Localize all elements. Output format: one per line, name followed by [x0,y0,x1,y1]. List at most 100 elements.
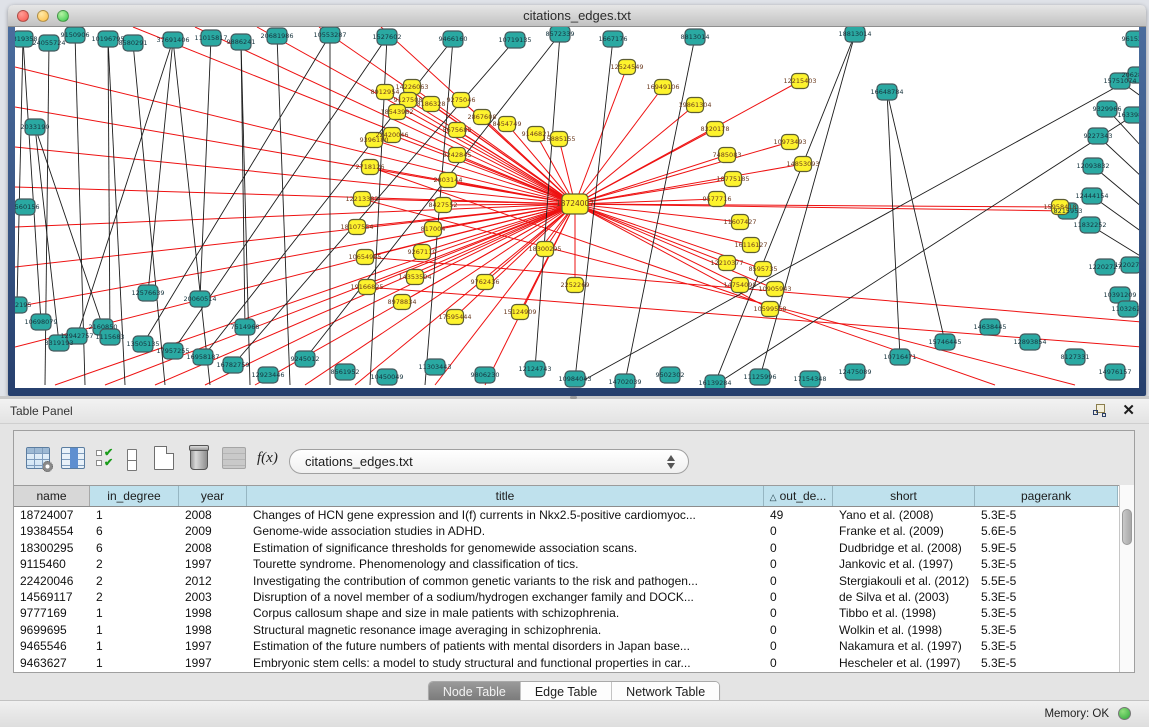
column-header-year[interactable]: year [179,486,247,506]
delete-column-button[interactable] [190,447,218,475]
network-window: citations_edges.txt 18724007331935824055… [8,5,1146,396]
column-header-name[interactable]: name [14,486,90,506]
table-cell: 1 [90,605,179,621]
graph-node-label: 9227343 [1084,132,1113,140]
graph-node-label: 14976157 [1098,368,1131,376]
graph-node-label: 14754090 [723,281,756,289]
graph-node-label: 5675685 [443,126,472,134]
table-mode-button[interactable] [26,447,54,475]
graph-node-label: 8813014 [681,33,710,41]
graph-node-label: 19861304 [678,101,711,109]
citation-edge-black [17,39,23,305]
graph-node-label: 15958418 [1043,203,1076,211]
table-cell: 1997 [179,556,247,572]
scrollbar-thumb[interactable] [1122,509,1132,545]
table-cell: 5.3E-5 [975,507,1118,523]
table-panel-inner: ✔ ✔ f(x) citations_edges.txt [13,430,1135,673]
table-cell: Embryonic stem cells: a model to study s… [247,655,764,671]
checklist-icon: ✔ ✔ [96,448,124,468]
table-cell: 0 [764,556,833,572]
table-cell: 9465546 [14,638,90,654]
citation-edge-red [257,27,575,204]
column-select-icon [61,447,85,469]
select-all-button[interactable]: ✔ ✔ [96,448,124,476]
graph-node-label: 9762436 [471,278,500,286]
graph-node-label: 18724007 [556,199,594,208]
table-cell: 18724007 [14,507,90,523]
graph-node-label: 16949106 [646,83,679,91]
table-scrollbar[interactable] [1119,485,1134,672]
graph-node-label: 15124909 [503,308,536,316]
table-cell: Structural magnetic resonance image aver… [247,622,764,638]
graph-node-label: 9150906 [61,31,90,39]
graph-node-label: 15885155 [542,135,575,143]
function-icon: f(x) [257,450,285,467]
new-column-button[interactable] [154,446,182,474]
graph-node-label: 9396180 [360,136,389,144]
graph-node-label: 10716471 [883,353,916,361]
column-header-pagerank[interactable]: pagerank [975,486,1118,506]
table-cell: 49 [764,507,833,523]
table-panel-header: Table Panel ✕ [0,399,1149,424]
table-row[interactable]: 946554611997Estimation of the future num… [14,638,1134,654]
table-row[interactable]: 2242004622012Investigating the contribut… [14,573,1134,589]
graph-node-label: 14226063 [395,83,428,91]
graph-node-label: 20628086 [1121,71,1139,79]
function-builder-button[interactable]: f(x) [257,450,285,478]
memory-ok-icon[interactable] [1118,707,1131,720]
graph-node-label: 1115683 [96,333,125,341]
table-row[interactable]: 946362711997Embryonic stem cells: a mode… [14,655,1134,671]
table-selector-dropdown[interactable]: citations_edges.txt [289,449,689,474]
table-row[interactable]: 1938455462009Genome-wide association stu… [14,523,1134,539]
import-table-button[interactable] [222,447,250,475]
table-cell: 0 [764,523,833,539]
graph-node-label: 14638445 [973,323,1006,331]
sort-ascending-icon: △ [770,492,777,502]
table-row[interactable]: 1456911722003Disruption of a novel membe… [14,589,1134,605]
column-header-out_de[interactable]: △out_de... [764,486,833,506]
graph-node-label: 8186328 [417,100,446,108]
show-columns-button[interactable] [61,447,89,475]
table-cell: Wolkin et al. (1998) [833,622,975,638]
graph-node-label: 16958187 [186,353,219,361]
citation-edge-red [575,164,803,204]
graph-node-label: 16782759 [216,361,249,369]
window-titlebar[interactable]: citations_edges.txt [8,5,1146,27]
graph-node-label: 12576639 [131,289,164,297]
citation-edge-black [277,36,290,385]
graph-node-label: 14853093 [786,160,819,168]
graph-node-label: 8572339 [546,30,575,38]
graph-node-label: 9242845 [443,151,472,159]
table-row[interactable]: 1830029562008Estimation of significance … [14,540,1134,556]
graph-node-label: 18107554 [340,223,373,231]
graph-node-label: 8978834 [388,298,417,306]
table-cell: 1 [90,507,179,523]
citation-edge-red [15,67,575,204]
close-panel-icon[interactable]: ✕ [1122,402,1135,420]
float-panel-icon[interactable] [1093,404,1107,418]
table-row[interactable]: 969969511998Structural magnetic resonanc… [14,622,1134,638]
table-cell: Estimation of the future numbers of pati… [247,638,764,654]
unselect-all-button[interactable] [127,449,155,477]
table-selector-value: citations_edges.txt [305,454,413,469]
graph-node-label: 12210377 [710,259,743,267]
table-row[interactable]: 911546021997Tourette syndrome. Phenomeno… [14,556,1134,572]
graph-node-label: 12124743 [518,365,551,373]
table-row[interactable]: 1872400712008Changes of HCN gene express… [14,507,1134,523]
table-cell: 5.3E-5 [975,589,1118,605]
citation-edge-black [23,39,41,322]
citation-edge-red [575,87,663,204]
graph-node-label: 12202709 [1114,261,1139,269]
citation-edge-black [173,40,210,385]
table-cell: 14569117 [14,589,90,605]
table-cell: Corpus callosum shape and size in male p… [247,605,764,621]
column-header-title[interactable]: title [247,486,764,506]
citation-edge-black [143,35,330,344]
table-cell: 5.5E-5 [975,573,1118,589]
network-canvas[interactable]: 1872400733193582405572491509061019679585… [15,27,1139,388]
citation-edge-black [45,43,49,385]
table-toolbar: ✔ ✔ f(x) citations_edges.txt [14,431,1134,485]
column-header-short[interactable]: short [833,486,975,506]
table-row[interactable]: 977716911998Corpus callosum shape and si… [14,605,1134,621]
column-header-in_degree[interactable]: in_degree [90,486,179,506]
